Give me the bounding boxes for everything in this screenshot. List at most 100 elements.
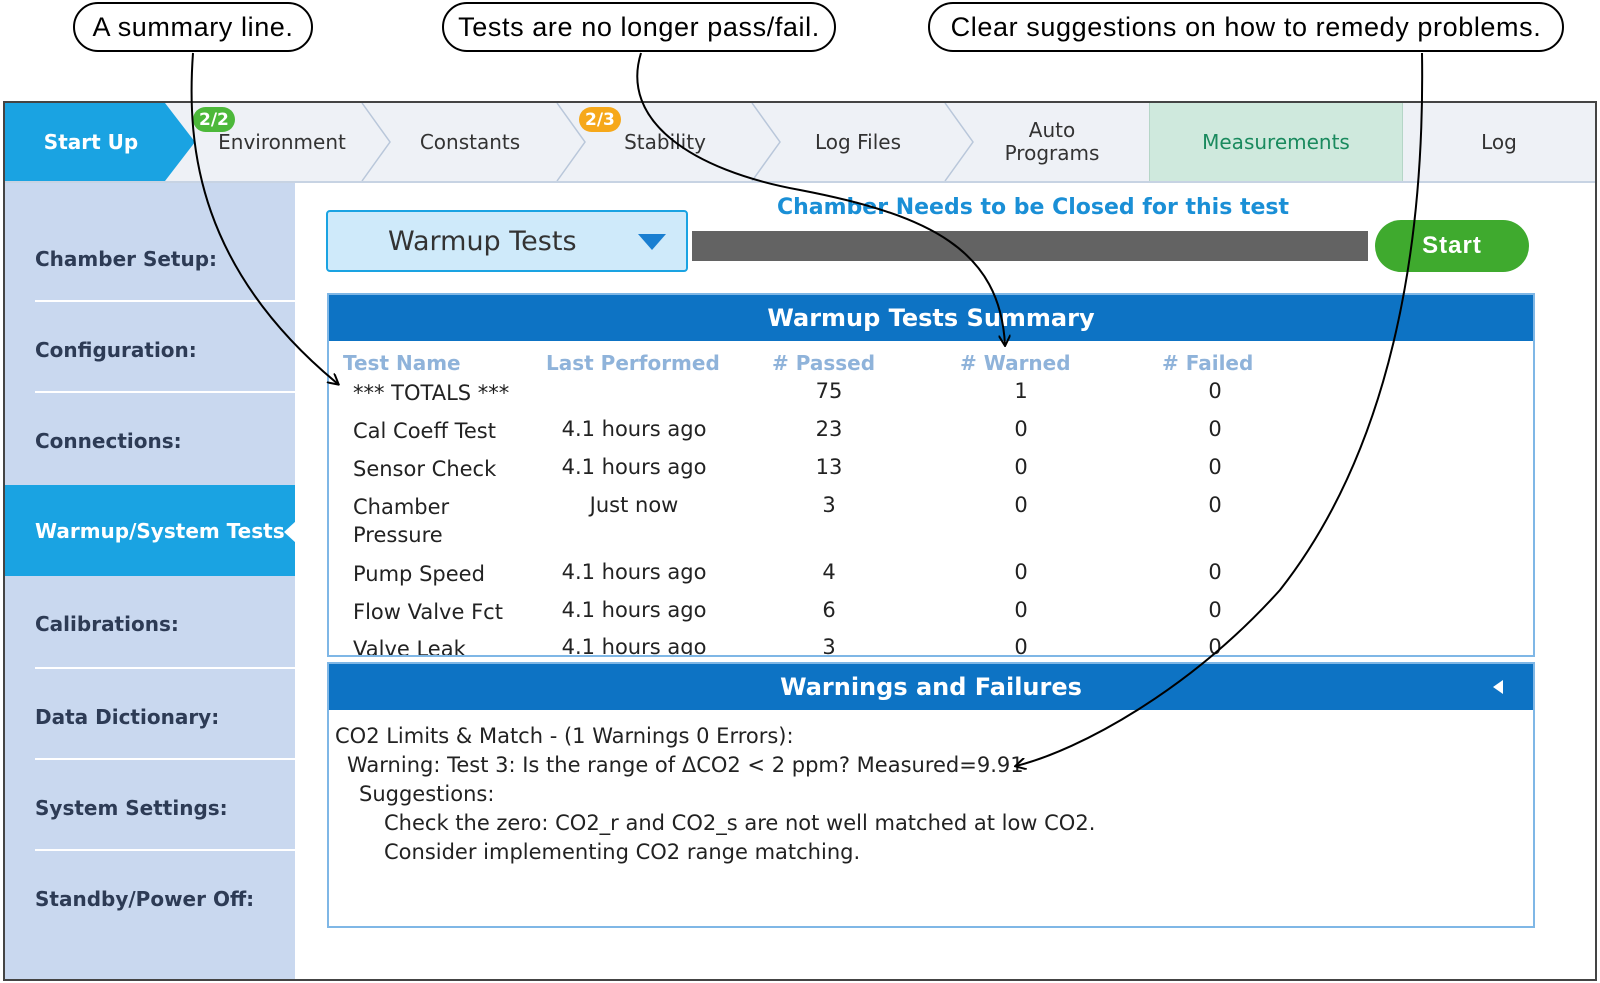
- tab-label: Stability: [624, 129, 706, 154]
- column-header-failed[interactable]: # Failed: [1162, 351, 1253, 375]
- sidebar-item-configuration[interactable]: Configuration:: [5, 304, 295, 395]
- cell-passed: 75: [815, 379, 843, 403]
- cell-failed: 0: [1208, 560, 1222, 584]
- panel-title-text: Warnings and Failures: [780, 673, 1082, 701]
- cell-test-name: Cal Coeff Test: [353, 419, 496, 443]
- tab-label: Constants: [419, 129, 521, 154]
- cell-test-name: Flow Valve Fct: [353, 600, 503, 624]
- collapse-arrow-icon[interactable]: [1493, 680, 1503, 694]
- cell-warned: 0: [1014, 493, 1028, 517]
- sidebar-divider: [35, 667, 295, 669]
- tab-label: Log: [1481, 129, 1517, 154]
- sidebar-divider: [35, 849, 295, 851]
- sidebar-item-system-settings[interactable]: System Settings:: [5, 762, 295, 853]
- column-header-test-name[interactable]: Test Name: [343, 351, 461, 375]
- tab-label: Start Up: [43, 129, 139, 154]
- cell-failed: 0: [1208, 379, 1222, 403]
- warning-message: Warning: Test 3: Is the range of ΔCO2 < …: [347, 753, 1024, 777]
- summary-panel: Warmup Tests Summary Test Name Last Perf…: [327, 293, 1535, 657]
- sidebar-item-label: System Settings:: [35, 795, 228, 820]
- column-header-last-performed[interactable]: Last Performed: [546, 351, 720, 375]
- cell-passed: 23: [815, 417, 843, 441]
- cell-last-performed: 4.1 hours ago: [561, 417, 707, 441]
- cell-test-name: Sensor Check: [353, 457, 497, 481]
- callout-summary-line: A summary line.: [73, 2, 313, 52]
- cell-warned: 0: [1014, 455, 1028, 479]
- dropdown-value: Warmup Tests: [388, 225, 577, 257]
- tab-separator-icon: [361, 103, 391, 181]
- cell-test-name: Pump Speed: [353, 562, 485, 586]
- cell-failed: 0: [1208, 417, 1222, 441]
- sidebar: Chamber Setup: Configuration: Connection…: [5, 183, 296, 979]
- active-indicator-icon: [284, 521, 296, 543]
- sidebar-item-label: Data Dictionary:: [35, 704, 220, 729]
- sidebar-item-label: Configuration:: [35, 337, 197, 362]
- cell-failed: 0: [1208, 493, 1222, 517]
- test-progress-bar: [692, 231, 1368, 261]
- tab-bar: Start Up Environment 2/2 Constants Stabi…: [5, 103, 1595, 183]
- suggestions-label: Suggestions:: [359, 782, 495, 806]
- app-window: Start Up Environment 2/2 Constants Stabi…: [3, 101, 1597, 981]
- sidebar-divider: [35, 391, 295, 393]
- cell-passed: 3: [822, 493, 836, 517]
- tab-start-up[interactable]: Start Up: [5, 103, 195, 181]
- warnings-content: CO2 Limits & Match - (1 Warnings 0 Error…: [329, 710, 1533, 879]
- cell-warned: 0: [1014, 560, 1028, 584]
- tab-label: Log Files: [815, 129, 901, 154]
- cell-passed: 13: [815, 455, 843, 479]
- tab-separator-icon: [751, 103, 781, 181]
- cell-passed: 6: [822, 598, 836, 622]
- sidebar-item-warmup-system-tests[interactable]: Warmup/System Tests: [5, 485, 296, 576]
- warning-group-heading: CO2 Limits & Match - (1 Warnings 0 Error…: [335, 724, 794, 748]
- tab-label: Environment: [218, 129, 346, 154]
- tab-separator-icon: [944, 103, 974, 181]
- start-button[interactable]: Start: [1375, 220, 1529, 272]
- tab-log[interactable]: Log: [1403, 103, 1595, 181]
- cell-test-name: Chamber Pressure: [353, 495, 450, 547]
- sidebar-item-label: Connections:: [35, 428, 182, 453]
- tab-auto-programs[interactable]: Auto Programs: [967, 103, 1137, 181]
- sidebar-item-label: Calibrations:: [35, 611, 179, 636]
- column-header-passed[interactable]: # Passed: [772, 351, 875, 375]
- suggestion-item: Consider implementing CO2 range matching…: [384, 840, 861, 864]
- cell-warned: 1: [1014, 379, 1028, 403]
- warnings-panel-title[interactable]: Warnings and Failures: [329, 664, 1533, 710]
- cell-passed: 4: [822, 560, 836, 584]
- sidebar-item-calibrations[interactable]: Calibrations:: [5, 578, 295, 669]
- sidebar-item-label: Warmup/System Tests: [35, 518, 285, 543]
- cell-failed: 0: [1208, 635, 1222, 657]
- cell-last-performed: 4.1 hours ago: [561, 560, 707, 584]
- sidebar-item-label: Chamber Setup:: [35, 246, 218, 271]
- cell-warned: 0: [1014, 635, 1028, 657]
- warnings-panel: Warnings and Failures CO2 Limits & Match…: [327, 662, 1535, 928]
- panel-title-text: Warmup Tests Summary: [767, 304, 1095, 332]
- column-header-warned[interactable]: # Warned: [960, 351, 1071, 375]
- tab-label: Measurements: [1202, 129, 1350, 154]
- cell-last-performed: 4.1 hours ago: [561, 455, 707, 479]
- cell-test-name: Valve Leak: [353, 637, 466, 657]
- cell-failed: 0: [1208, 455, 1222, 479]
- suggestion-item: Check the zero: CO2_r and CO2_s are not …: [384, 811, 1096, 835]
- tab-measurements[interactable]: Measurements: [1149, 103, 1403, 181]
- caret-down-icon: [638, 234, 666, 250]
- sidebar-item-label: Standby/Power Off:: [35, 886, 255, 911]
- cell-warned: 0: [1014, 417, 1028, 441]
- sidebar-item-connections[interactable]: Connections:: [5, 395, 295, 486]
- cell-last-performed: 4.1 hours ago: [561, 598, 707, 622]
- stability-badge: 2/3: [579, 107, 621, 132]
- cell-passed: 3: [822, 635, 836, 657]
- cell-last-performed: Just now: [589, 493, 679, 517]
- tab-label: Auto Programs: [1004, 118, 1100, 165]
- tab-log-files[interactable]: Log Files: [773, 103, 943, 181]
- test-type-dropdown[interactable]: Warmup Tests: [326, 210, 688, 272]
- tab-constants[interactable]: Constants: [385, 103, 555, 181]
- chamber-notice: Chamber Needs to be Closed for this test: [776, 195, 1290, 220]
- callout-pass-fail: Tests are no longer pass/fail.: [442, 2, 836, 52]
- sidebar-item-standby-power-off[interactable]: Standby/Power Off:: [5, 853, 295, 944]
- sidebar-item-chamber-setup[interactable]: Chamber Setup:: [5, 213, 295, 304]
- cell-failed: 0: [1208, 598, 1222, 622]
- summary-panel-title: Warmup Tests Summary: [329, 295, 1533, 341]
- environment-badge: 2/2: [193, 107, 235, 132]
- sidebar-divider: [35, 758, 295, 760]
- sidebar-item-data-dictionary[interactable]: Data Dictionary:: [5, 671, 295, 762]
